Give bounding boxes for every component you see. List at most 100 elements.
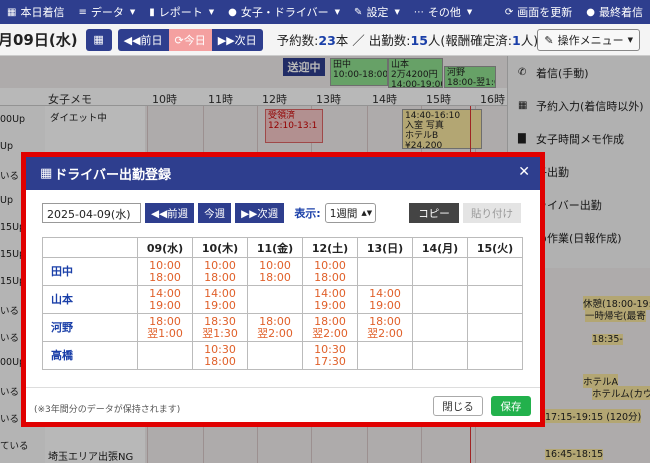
wrench-icon: ✎ bbox=[544, 33, 554, 47]
driver-name-cell: 田中 bbox=[42, 257, 138, 286]
caret-down-icon: ▼ bbox=[208, 8, 215, 16]
shift-cell[interactable] bbox=[357, 341, 413, 370]
shift-cell[interactable]: 10:00 18:00 bbox=[302, 257, 358, 286]
shift-cell[interactable] bbox=[467, 313, 523, 342]
shift-cell[interactable] bbox=[412, 313, 468, 342]
caret-down-icon: ▼ bbox=[394, 8, 400, 16]
nav-item-label: 本日着信 bbox=[20, 6, 65, 19]
nav-item-3[interactable]: ● 女子・ドライバー ▼ bbox=[221, 0, 347, 24]
shift-cell[interactable]: 18:00 翌2:00 bbox=[247, 313, 303, 342]
nav-item-label: その他 bbox=[427, 6, 461, 19]
day-column-header: 12(土) bbox=[302, 237, 358, 258]
caret-down-icon: ▼ bbox=[466, 8, 473, 16]
corner-cell bbox=[42, 237, 138, 258]
shift-cell[interactable] bbox=[137, 341, 193, 370]
calendar-icon: ▦ bbox=[40, 166, 53, 181]
operations-menu-button[interactable]: ✎ 操作メニュー ▼ bbox=[537, 29, 640, 51]
nav-right-item-0[interactable]: ⟳ 画面を更新 bbox=[498, 0, 579, 24]
nav-item-label: レポート bbox=[158, 6, 203, 19]
close-icon[interactable]: ✕ bbox=[518, 164, 530, 180]
date-input[interactable]: 2025-04-09(水) bbox=[42, 203, 141, 223]
shift-cell[interactable] bbox=[412, 285, 468, 314]
shift-cell[interactable]: 18:00 翌2:00 bbox=[357, 313, 413, 342]
paste-button[interactable]: 貼り付け bbox=[463, 203, 521, 223]
shift-cell[interactable]: 18:30 翌1:30 bbox=[192, 313, 248, 342]
driver-name-cell: 河野 bbox=[42, 313, 138, 342]
table-row: 田中 10:00 18:00 10:00 18:00 10:00 18:00 10:00… bbox=[42, 257, 523, 286]
shift-cell[interactable] bbox=[467, 257, 523, 286]
nav-item-label: 女子・ドライバー bbox=[240, 6, 329, 19]
date-header-bar: 月09日(水) ▦ ◀◀前日 ⟳今日 ▶▶次日 予約数:23本 ／ 出勤数:15… bbox=[0, 24, 650, 56]
next-day-button[interactable]: ▶▶次日 bbox=[211, 28, 263, 51]
nav-item-label: 設定 bbox=[366, 6, 389, 19]
user-check-icon: ● bbox=[586, 6, 595, 18]
nav-item-1[interactable]: ≡ データ ▼ bbox=[71, 0, 142, 24]
shift-cell[interactable]: 10:00 18:00 bbox=[247, 257, 303, 286]
shift-cell[interactable] bbox=[357, 257, 413, 286]
shift-cell[interactable]: 10:00 18:00 bbox=[192, 257, 248, 286]
nav-item-4[interactable]: ✎ 設定 ▼ bbox=[347, 0, 407, 24]
shift-cell[interactable]: 18:00 翌2:00 bbox=[302, 313, 358, 342]
shift-cell[interactable]: 14:00 19:00 bbox=[137, 285, 193, 314]
day-column-header: 15(火) bbox=[467, 237, 523, 258]
close-button[interactable]: 閉じる bbox=[433, 396, 483, 416]
modal-footer: (※3年間分のデータが保持されます) 閉じる 保存 bbox=[26, 387, 540, 422]
nav-item-0[interactable]: ▦ 本日着信 bbox=[0, 0, 71, 24]
prev-day-button[interactable]: ◀◀前日 bbox=[117, 28, 169, 51]
day-column-header: 10(木) bbox=[192, 237, 248, 258]
shift-cell[interactable]: 10:30 18:00 bbox=[192, 341, 248, 370]
driver-name-cell: 山本 bbox=[42, 285, 138, 314]
shift-cell[interactable] bbox=[467, 285, 523, 314]
nav-item-2[interactable]: ▮ レポート ▼ bbox=[142, 0, 221, 24]
database-icon: ≡ bbox=[78, 6, 87, 18]
table-row: 山本 14:00 19:00 14:00 19:00 14:00 19:00 14:00… bbox=[42, 285, 523, 314]
calendar-icon: ▦ bbox=[7, 6, 17, 18]
day-column-header: 09(水) bbox=[137, 237, 193, 258]
calendar-icon: ▦ bbox=[93, 33, 104, 46]
nav-item-label: 最終着信 bbox=[599, 6, 643, 19]
page-title: 月09日(水) bbox=[0, 31, 78, 49]
refresh-icon: ⟳ bbox=[504, 6, 514, 18]
shift-cell[interactable]: 10:00 18:00 bbox=[137, 257, 193, 286]
shift-cell[interactable] bbox=[467, 341, 523, 370]
nav-item-5[interactable]: ⋯ その他 ▼ bbox=[407, 0, 479, 24]
driver-name-cell: 高橋 bbox=[42, 341, 138, 370]
shift-cell[interactable]: 18:00 翌1:00 bbox=[137, 313, 193, 342]
prev-week-button[interactable]: ◀◀前週 bbox=[145, 203, 195, 223]
shift-cell[interactable]: 14:00 19:00 bbox=[357, 285, 413, 314]
today-button[interactable]: ⟳今日 bbox=[168, 28, 212, 51]
top-nav: ▦ 本日着信 ≡ データ ▼ ▮ レポート ▼ ● 女子・ドライバー ▼ ✎ 設定 ▼ ⋯ その他 ▼ ⟳ 画面を更… bbox=[0, 0, 650, 24]
nav-item-label: データ bbox=[90, 6, 124, 19]
shift-cell[interactable]: 14:00 19:00 bbox=[192, 285, 248, 314]
caret-down-icon: ▼ bbox=[129, 8, 136, 16]
copy-button[interactable]: コピー bbox=[409, 203, 459, 223]
next-week-button[interactable]: ▶▶次週 bbox=[235, 203, 285, 223]
shift-cell[interactable]: 14:00 19:00 bbox=[302, 285, 358, 314]
table-row: 高橋 10:30 18:00 10:30 17:30 bbox=[42, 341, 523, 370]
shift-cell[interactable] bbox=[412, 341, 468, 370]
this-week-button[interactable]: 今週 bbox=[198, 203, 232, 223]
shift-cell[interactable] bbox=[247, 285, 303, 314]
calendar-button[interactable]: ▦ bbox=[85, 28, 112, 51]
save-button[interactable]: 保存 bbox=[491, 396, 531, 416]
wrench-icon: ✎ bbox=[354, 6, 363, 18]
modal-header: ▦ ドライバー出勤登録 ✕ bbox=[26, 157, 540, 190]
shift-cell[interactable]: 10:30 17:30 bbox=[302, 341, 358, 370]
display-range-select[interactable]: 1週間 ▲▼ bbox=[324, 203, 376, 223]
nav-right-item-1[interactable]: ● 最終着信 bbox=[579, 0, 650, 24]
table-row: 河野 18:00 翌1:00 18:30 翌1:30 18:00 翌2:00 18:00… bbox=[42, 313, 523, 342]
nav-item-label: 画面を更新 bbox=[517, 6, 573, 19]
summary-counts: 予約数:23本 ／ 出勤数:15人(報酬確定済:1人) bbox=[276, 33, 539, 48]
attendance-table: 09(水) 10(木) 11(金) 12(土) 13(日) 14(月) 15(火) 田中 10:… bbox=[42, 237, 523, 370]
shift-cell[interactable] bbox=[247, 341, 303, 370]
shift-cell[interactable] bbox=[412, 257, 468, 286]
caret-down-icon: ▼ bbox=[334, 8, 341, 16]
table-header-row: 09(水) 10(木) 11(金) 12(土) 13(日) 14(月) 15(火) bbox=[42, 237, 523, 258]
day-column-header: 11(金) bbox=[247, 237, 303, 258]
chevron-down-icon: ▼ bbox=[627, 36, 633, 44]
modal-title: ドライバー出勤登録 bbox=[54, 168, 172, 183]
chart-icon: ▮ bbox=[149, 6, 155, 18]
retention-note: (※3年間分のデータが保持されます) bbox=[34, 405, 181, 415]
day-column-header: 14(月) bbox=[412, 237, 468, 258]
driver-attendance-modal: ▦ ドライバー出勤登録 ✕ 2025-04-09(水) ◀◀前週 今週 ▶▶次週… bbox=[26, 157, 540, 422]
